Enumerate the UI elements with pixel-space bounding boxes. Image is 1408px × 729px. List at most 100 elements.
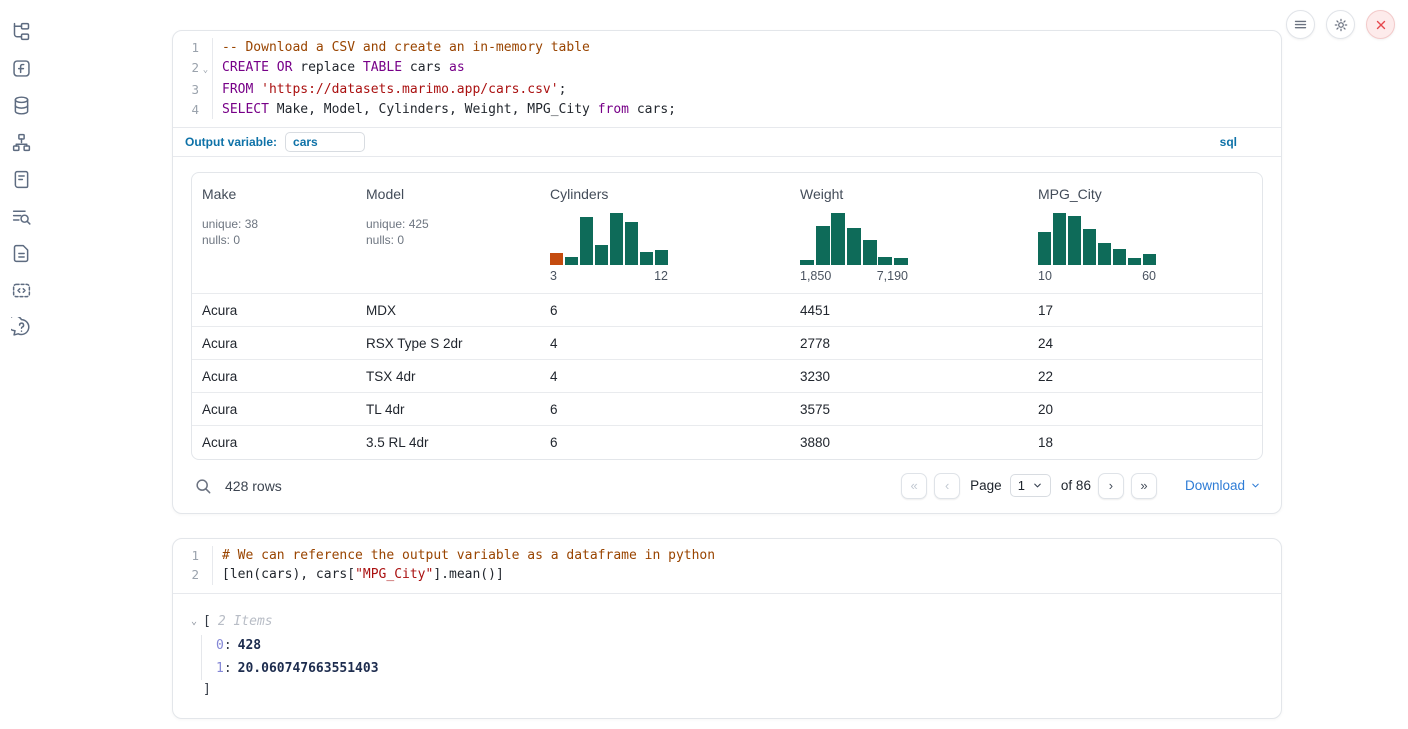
code-token: # We can reference the output variable a… bbox=[222, 548, 715, 563]
help-button[interactable] bbox=[11, 316, 33, 338]
code-line: 1 # We can reference the output variable … bbox=[173, 546, 1281, 566]
table-output: Make unique: 38nulls: 0Modelunique: 425nu… bbox=[173, 157, 1281, 513]
prev-page-button[interactable]: ‹ bbox=[934, 473, 960, 499]
file-explorer-button[interactable] bbox=[11, 20, 33, 42]
code-token: cars; bbox=[629, 102, 676, 117]
download-label: Download bbox=[1185, 478, 1245, 493]
column-header-make[interactable]: Make unique: 38nulls: 0 bbox=[192, 173, 356, 294]
column-name: Make bbox=[202, 186, 348, 202]
code-token bbox=[269, 60, 277, 75]
column-name: Weight bbox=[800, 186, 1020, 202]
histogram-bar bbox=[800, 260, 814, 265]
logs-button[interactable] bbox=[11, 168, 33, 190]
snippets-button[interactable] bbox=[11, 279, 33, 301]
last-page-button[interactable]: » bbox=[1131, 473, 1157, 499]
list-item: 0:428 bbox=[216, 635, 1281, 658]
next-page-button[interactable]: › bbox=[1098, 473, 1124, 499]
list-item: 1:20.060747663551403 bbox=[216, 658, 1281, 681]
histogram-bar bbox=[1098, 243, 1111, 265]
document-icon bbox=[11, 243, 33, 264]
item-index: 0 bbox=[216, 638, 224, 653]
fold-chevron-icon[interactable]: ⌄ bbox=[199, 58, 212, 81]
menu-button[interactable] bbox=[1286, 10, 1315, 39]
code-text: SELECT Make, Model, Cylinders, Weight, M… bbox=[212, 100, 1281, 120]
python-code-editor[interactable]: 1 # We can reference the output variable … bbox=[173, 539, 1281, 593]
function-icon bbox=[11, 58, 33, 79]
column-stats: unique: 425nulls: 0 bbox=[366, 216, 532, 248]
code-token: as bbox=[449, 60, 465, 75]
page-select[interactable]: 1 bbox=[1010, 474, 1051, 497]
column-name: Cylinders bbox=[550, 186, 782, 202]
table-cell: 4 bbox=[540, 360, 790, 393]
line-number: 2 bbox=[173, 58, 199, 81]
documentation-button[interactable] bbox=[11, 242, 33, 264]
settings-button[interactable] bbox=[1326, 10, 1355, 39]
histogram-bar bbox=[610, 213, 623, 265]
histogram-bar bbox=[625, 222, 638, 265]
code-line: 1 -- Download a CSV and create an in-memo… bbox=[173, 38, 1281, 58]
column-stats: unique: 38nulls: 0 bbox=[202, 216, 348, 248]
line-number: 1 bbox=[173, 546, 199, 566]
code-token: "MPG_City" bbox=[355, 567, 433, 582]
table-cell: 6 bbox=[540, 393, 790, 426]
code-token: Make, Model, Cylinders, Weight, MPG_City bbox=[269, 102, 598, 117]
line-number: 1 bbox=[173, 38, 199, 58]
search-list-icon bbox=[11, 206, 33, 227]
code-token: CREATE bbox=[222, 60, 269, 75]
variables-button[interactable] bbox=[11, 57, 33, 79]
table-cell: Acura bbox=[192, 327, 356, 360]
sql-code-editor[interactable]: 1 -- Download a CSV and create an in-memo… bbox=[173, 31, 1281, 127]
table-cell: Acura bbox=[192, 426, 356, 459]
hamburger-menu-icon bbox=[1293, 17, 1308, 32]
language-badge: sql bbox=[1220, 135, 1237, 149]
histogram-bar bbox=[565, 257, 578, 265]
data-sources-button[interactable] bbox=[11, 94, 33, 116]
column-header-weight[interactable]: Weight 1,8507,190 bbox=[790, 173, 1028, 294]
histogram-cylinders bbox=[550, 213, 668, 265]
histogram-bar bbox=[1143, 254, 1156, 265]
histogram-bar bbox=[1038, 232, 1051, 265]
close-icon bbox=[1374, 18, 1388, 32]
column-header-cylinders[interactable]: Cylinders312 bbox=[540, 173, 790, 294]
histogram-bar bbox=[595, 245, 608, 265]
dependency-graph-button[interactable] bbox=[11, 131, 33, 153]
item-value: 428 bbox=[238, 638, 261, 653]
code-line: 3 FROM 'https://datasets.marimo.app/cars.… bbox=[173, 80, 1281, 100]
code-token: [len(cars), cars[ bbox=[222, 567, 355, 582]
histogram-mpg_city bbox=[1038, 213, 1156, 265]
histogram-bar bbox=[655, 250, 668, 265]
chevron-left-icon: ‹ bbox=[945, 478, 949, 493]
item-value: 20.060747663551403 bbox=[238, 661, 379, 676]
hist-max-label: 60 bbox=[1142, 269, 1156, 283]
table-row: Acura3.5 RL 4dr6388018 bbox=[192, 426, 1262, 459]
column-header-mpg_city[interactable]: MPG_City1060 bbox=[1028, 173, 1262, 294]
page-total: of 86 bbox=[1061, 478, 1091, 493]
collapse-toggle-icon[interactable]: ⌄ bbox=[191, 611, 203, 633]
code-token: 'https://datasets.marimo.app/cars.csv' bbox=[261, 82, 558, 97]
table-cell: 4 bbox=[540, 327, 790, 360]
search-logs-button[interactable] bbox=[11, 205, 33, 227]
table-cell: TL 4dr bbox=[356, 393, 540, 426]
database-icon bbox=[11, 95, 33, 116]
code-snippet-icon bbox=[11, 280, 33, 301]
column-header-model[interactable]: Modelunique: 425nulls: 0 bbox=[356, 173, 540, 294]
table-cell: 24 bbox=[1028, 327, 1262, 360]
histogram-bar bbox=[550, 253, 563, 265]
search-icon bbox=[193, 476, 215, 496]
histogram-bar bbox=[894, 258, 908, 265]
shutdown-button[interactable] bbox=[1366, 10, 1395, 39]
histogram-weight bbox=[800, 213, 908, 265]
code-line: 2⌄CREATE OR replace TABLE cars as bbox=[173, 58, 1281, 81]
histogram-axis-labels: 1,8507,190 bbox=[800, 269, 908, 283]
first-page-button[interactable]: « bbox=[901, 473, 927, 499]
code-token: FROM bbox=[222, 82, 253, 97]
line-number: 3 bbox=[173, 80, 199, 100]
close-bracket: ] bbox=[203, 680, 1281, 700]
download-button[interactable]: Download bbox=[1185, 478, 1261, 493]
table-cell: 3880 bbox=[790, 426, 1028, 459]
search-button[interactable] bbox=[193, 475, 215, 497]
output-variable-input[interactable]: cars bbox=[285, 132, 365, 152]
chevrons-left-icon: « bbox=[911, 478, 918, 493]
code-text: -- Download a CSV and create an in-memor… bbox=[212, 38, 1281, 58]
table-cell: 17 bbox=[1028, 294, 1262, 327]
